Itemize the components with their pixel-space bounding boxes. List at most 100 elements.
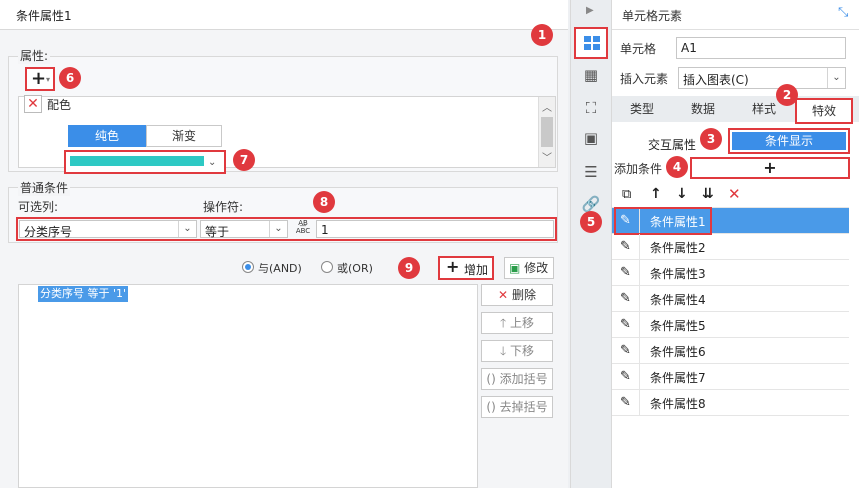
remove-bracket-button[interactable]: () 去掉括号 [481,396,553,418]
tab-data[interactable]: 数据 [672,96,734,122]
pencil-icon: ✎ [612,312,640,338]
condition-list-item[interactable]: 分类序号 等于 '1' [38,286,129,302]
arrow-down-icon: 🡓 [499,344,507,358]
remove-attribute-icon[interactable]: ✕ [24,95,42,113]
widget-icon[interactable]: ▣ [579,126,603,150]
condition-row-7[interactable]: ✎ 条件属性7 [612,364,849,390]
edit-icon: ▣ [509,261,521,275]
bracket-icon: () [486,372,496,386]
panel-title: 单元格元素 [622,9,683,23]
move-down-button[interactable]: 🡓 下移 [481,340,553,362]
column-label: 可选列: [18,200,59,214]
attribute-item-color: 配色 [47,98,72,112]
subtab-interaction[interactable]: 交互属性 [648,136,696,153]
layer-icon[interactable]: ☰ [579,160,603,184]
step-badge-1: 1 [531,24,553,46]
cell-element-tool[interactable] [574,27,608,59]
cell-input[interactable]: A1 [676,37,846,59]
plus-icon: + [446,257,460,276]
condition-row-5[interactable]: ✎ 条件属性5 [612,312,849,338]
plus-icon: + [763,158,777,177]
add-condition-label: 增加 [464,263,489,277]
chevron-down-icon: ⌄ [178,221,196,237]
step-badge-4: 4 [666,156,688,178]
operator-select-value: 等于 [205,225,230,239]
insert-element-select[interactable]: 插入图表(C) ⌄ [678,67,846,89]
radio-and[interactable] [242,261,254,273]
close-icon[interactable]: ✕ [728,185,741,203]
step-badge-9: 9 [398,257,420,279]
condition-row-6[interactable]: ✎ 条件属性6 [612,338,849,364]
color-swatch [70,156,204,166]
formula-icon[interactable]: A͟B ABC [291,219,315,239]
radio-or[interactable] [321,261,333,273]
condition-row-8[interactable]: ✎ 条件属性8 [612,390,849,416]
step-badge-2: 2 [776,84,798,106]
bracket-remove-icon: () [486,400,496,414]
condition-dialog: 条件属性1 属性: + ▾ ✕ 配色 纯色 渐变 ⌄ ︿ ﹀ 普通条件 可选列:… [0,0,568,488]
condition-row-3[interactable]: ✎ 条件属性3 [612,260,849,286]
crop-icon[interactable]: ⛶ [579,96,603,120]
collapse-arrow-icon[interactable]: ▶ [586,5,594,16]
column-select[interactable]: 分类序号 ⌄ [19,220,197,239]
scroll-thumb[interactable] [541,117,553,147]
copy-icon[interactable]: ⧉ [622,187,631,202]
chevron-down-icon: ⌄ [827,68,845,88]
arrow-up-icon: 🡑 [499,316,507,330]
chevron-down-icon: ⌄ [208,157,217,168]
dialog-title: 条件属性1 [0,0,568,30]
grid-icon [584,36,600,50]
pencil-icon: ✎ [612,286,640,312]
condition-row-4[interactable]: ✎ 条件属性4 [612,286,849,312]
pencil-icon: ✎ [612,234,640,260]
step-badge-7: 7 [233,149,255,171]
cell-attribute-icon[interactable]: ▦ [579,63,603,87]
arrow-up-icon[interactable]: ↑ [650,186,662,202]
cell-label: 单元格 [620,42,657,56]
add-attribute-button[interactable]: + ▾ [25,67,55,91]
step-badge-8: 8 [313,191,335,213]
pencil-icon: ✎ [612,364,640,390]
move-bottom-icon[interactable]: ⇊ [702,186,714,202]
plus-icon: + [31,68,47,89]
chevron-down-icon: ⌄ [269,221,287,237]
insert-element-label: 插入元素 [620,72,669,86]
scroll-down-icon[interactable]: ﹀ [539,149,555,165]
tab-type[interactable]: 类型 [614,96,670,122]
condition-row-2[interactable]: ✎ 条件属性2 [612,234,849,260]
modify-button[interactable]: ▣ 修改 [504,257,554,279]
radio-or-label: 或(OR) [337,262,373,275]
add-condition-button[interactable]: + 增加 [438,256,494,280]
subtab-condition-display[interactable]: 条件显示 [728,128,850,154]
tab-solid-color[interactable]: 纯色 [68,125,146,147]
color-picker[interactable]: ⌄ [64,150,226,174]
scroll-up-icon[interactable]: ︿ [539,99,555,115]
operator-select[interactable]: 等于 ⌄ [200,220,288,239]
attribute-scrollbar[interactable]: ︿ ﹀ [538,97,555,167]
delete-button[interactable]: ✕ 删除 [481,284,553,306]
tab-gradient[interactable]: 渐变 [146,125,222,147]
close-icon: ✕ [498,288,509,302]
move-up-button[interactable]: 🡑 上移 [481,312,553,334]
condition-list[interactable] [18,284,478,488]
step-badge-3: 3 [700,128,722,150]
chevron-down-icon: ▾ [46,75,51,84]
pencil-icon: ✎ [612,338,640,364]
tab-effects[interactable]: 特效 [795,98,853,124]
operator-label: 操作符: [203,200,244,214]
add-condition-row-button[interactable]: + [690,157,850,179]
value-input[interactable]: 1 [316,220,554,238]
expand-icon[interactable]: ⤡ [838,5,848,20]
step-badge-6: 6 [59,67,81,89]
arrow-down-icon[interactable]: ↓ [676,186,688,202]
add-condition-label: 添加条件 [614,162,663,176]
add-bracket-button[interactable]: () 添加括号 [481,368,553,390]
pencil-icon: ✎ [612,260,640,286]
general-condition-label: 普通条件 [18,179,71,196]
column-select-value: 分类序号 [24,225,73,239]
selected-row-highlight [614,207,712,235]
radio-dot [245,264,251,270]
pencil-icon: ✎ [612,390,640,416]
radio-and-label: 与(AND) [258,262,302,275]
attribute-label: 属性: [18,47,51,64]
